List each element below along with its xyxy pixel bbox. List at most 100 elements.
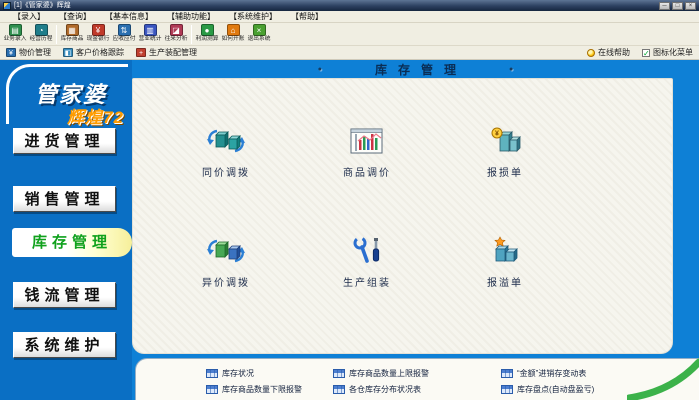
toolbar-label: 如何开账 (222, 36, 245, 43)
link-lower-limit-alarm[interactable]: 库存商品数量下限报警 (206, 381, 333, 397)
price-management-icon: ¥ (6, 48, 16, 57)
toolbar-label: 营业统计 (139, 36, 162, 43)
feature-same-price-transfer[interactable]: 同价调拨 (166, 126, 286, 179)
menu-basic-info[interactable]: 【基本信息】 (98, 11, 160, 23)
feature-goods-price-adjust[interactable]: 商品调价 (307, 126, 427, 179)
toolbar-customer-price-tracking[interactable]: ◧ 客户价格跟踪 (63, 47, 124, 58)
link-label: 各仓库存分布状况表 (349, 384, 421, 395)
toolbar-label: 应收应付 (113, 36, 136, 43)
toolbar-cash-bank[interactable]: ¥ 现金银行 (85, 24, 111, 45)
toolbar-label: 利润测算 (196, 36, 219, 43)
diff-price-transfer-icon (207, 236, 245, 266)
report-table-icon (333, 385, 345, 394)
minimize-button[interactable]: ─ (659, 2, 670, 10)
header-bullet-icon: ● (509, 66, 513, 73)
toolbar-label: 业务录入 (4, 36, 27, 43)
toolbar-exit-system[interactable]: × 退出系统 (246, 24, 272, 45)
toolbar-statistics[interactable]: ▥ 营业统计 (137, 24, 163, 45)
history-icon: ◔ (35, 24, 48, 36)
exit-system-icon: × (253, 24, 266, 36)
damage-report-icon: ¥ (488, 126, 522, 156)
toolbar-history[interactable]: ◔ 经营历程 (28, 24, 54, 45)
sidebar: 管家婆 辉煌72 进货管理 销售管理 库存管理 钱流管理 系统维护 (0, 60, 132, 400)
online-help[interactable]: 在线帮助 (587, 47, 630, 58)
feature-label: 报溢单 (445, 274, 565, 289)
sidebar-item-purchase[interactable]: 进货管理 (13, 128, 116, 154)
menu-system-maintenance[interactable]: 【系统维护】 (222, 11, 284, 23)
toolbar-how-to-open[interactable]: ⌂ 如何开账 (220, 24, 246, 45)
main-region: 管家婆 辉煌72 进货管理 销售管理 库存管理 钱流管理 系统维护 ● 库存管理… (0, 60, 699, 400)
svg-text:¥: ¥ (495, 131, 499, 138)
page-header: ● 库存管理 ● (132, 60, 699, 78)
link-warehouse-distribution[interactable]: 各仓库存分布状况表 (333, 381, 501, 397)
report-table-icon (501, 369, 513, 378)
close-button[interactable]: × (685, 2, 696, 10)
sidebar-item-inventory[interactable]: 库存管理 (12, 228, 132, 257)
sidebar-item-maintenance[interactable]: 系统维护 (13, 332, 116, 358)
overflow-report-icon (488, 236, 522, 266)
brand-version: 辉煌72 (67, 103, 124, 128)
feature-label: 商品调价 (307, 164, 427, 179)
stock-goods-icon: ▦ (66, 24, 79, 36)
link-upper-limit-alarm[interactable]: 库存商品数量上限报警 (333, 365, 501, 381)
toolbar-label: 物价管理 (19, 47, 51, 58)
toolbar-label: 经营历程 (30, 36, 53, 43)
toolbar-receivable-payable[interactable]: ⇅ 应收应付 (111, 24, 137, 45)
link-label: “金额”进销存变动表 (517, 368, 586, 379)
maximize-button[interactable]: □ (672, 2, 683, 10)
assembly-management-icon: + (136, 48, 146, 57)
feature-panel: 同价调拨 商品调价 (132, 78, 673, 354)
report-table-icon (206, 369, 218, 378)
toolbar-label: 生产装配管理 (149, 47, 197, 58)
app-window: { "colors": { "accent_blue": "#0e80d6", … (0, 0, 699, 400)
toolbar-business-entry[interactable]: ▤ 业务录入 (2, 24, 28, 45)
sidebar-item-sales[interactable]: 销售管理 (13, 186, 116, 212)
menu-aux-functions[interactable]: 【辅助功能】 (160, 11, 222, 23)
sidebar-item-cashflow[interactable]: 钱流管理 (13, 282, 116, 308)
link-label: 库存盘点(自动盘盈亏) (517, 384, 594, 395)
report-table-icon (501, 385, 513, 394)
menu-entry[interactable]: 【录入】 (6, 11, 52, 23)
toolbar-analysis[interactable]: ◪ 往来分析 (163, 24, 189, 45)
title-bar: [1]《管家婆》辉煌 ─ □ × (0, 0, 699, 11)
page-title: 库存管理 (364, 61, 467, 78)
feature-production-assembly[interactable]: 生产组装 (307, 236, 427, 289)
menu-query[interactable]: 【查询】 (52, 11, 98, 23)
toolbar-label: 往来分析 (165, 36, 188, 43)
how-to-open-icon: ⌂ (227, 24, 240, 36)
feature-damage-report[interactable]: ¥ 报损单 (445, 126, 565, 179)
feature-diff-price-transfer[interactable]: 异价调拨 (166, 236, 286, 289)
feature-label: 报损单 (445, 164, 565, 179)
toolbar-label: 现金银行 (87, 36, 110, 43)
help-bulb-icon (587, 49, 595, 57)
analysis-icon: ◪ (170, 24, 183, 36)
main-toolbar: ▤ 业务录入 ◔ 经营历程 ▦ 库存商品 ¥ 现金银行 ⇅ 应收应付 ▥ 营业统… (0, 23, 699, 46)
goods-price-adjust-icon (349, 126, 385, 156)
icon-menu-toggle[interactable]: ✓ 图标化菜单 (642, 47, 693, 58)
link-inventory-status[interactable]: 库存状况 (206, 365, 333, 381)
toolbar-separator (191, 25, 192, 44)
toolbar-assembly-management[interactable]: + 生产装配管理 (136, 47, 197, 58)
feature-overflow-report[interactable]: 报溢单 (445, 236, 565, 289)
report-links-strip: 库存状况 库存商品数量上限报警 “金额”进销存变动表 库存商品数量下限报警 各仓… (135, 358, 699, 400)
online-help-label: 在线帮助 (598, 47, 630, 58)
checkbox-label: 图标化菜单 (653, 47, 693, 58)
statistics-icon: ▥ (144, 24, 157, 36)
feature-label: 生产组装 (307, 274, 427, 289)
menu-help[interactable]: 【帮助】 (284, 11, 330, 23)
toolbar-stock-goods[interactable]: ▦ 库存商品 (59, 24, 85, 45)
business-entry-icon: ▤ (9, 24, 22, 36)
receivable-payable-icon: ⇅ (118, 24, 131, 36)
toolbar-price-management[interactable]: ¥ 物价管理 (6, 47, 51, 58)
production-assembly-icon (350, 236, 384, 266)
toolbar-separator (56, 25, 57, 44)
feature-label: 同价调拨 (166, 164, 286, 179)
toolbar-label: 退出系统 (248, 36, 271, 43)
app-icon (3, 2, 11, 10)
report-table-icon (206, 385, 218, 394)
feature-label: 异价调拨 (166, 274, 286, 289)
customer-price-tracking-icon: ◧ (63, 48, 73, 57)
checkbox-icon[interactable]: ✓ (642, 49, 650, 57)
corner-swoosh-decoration (627, 356, 699, 400)
toolbar-profit[interactable]: ● 利润测算 (194, 24, 220, 45)
